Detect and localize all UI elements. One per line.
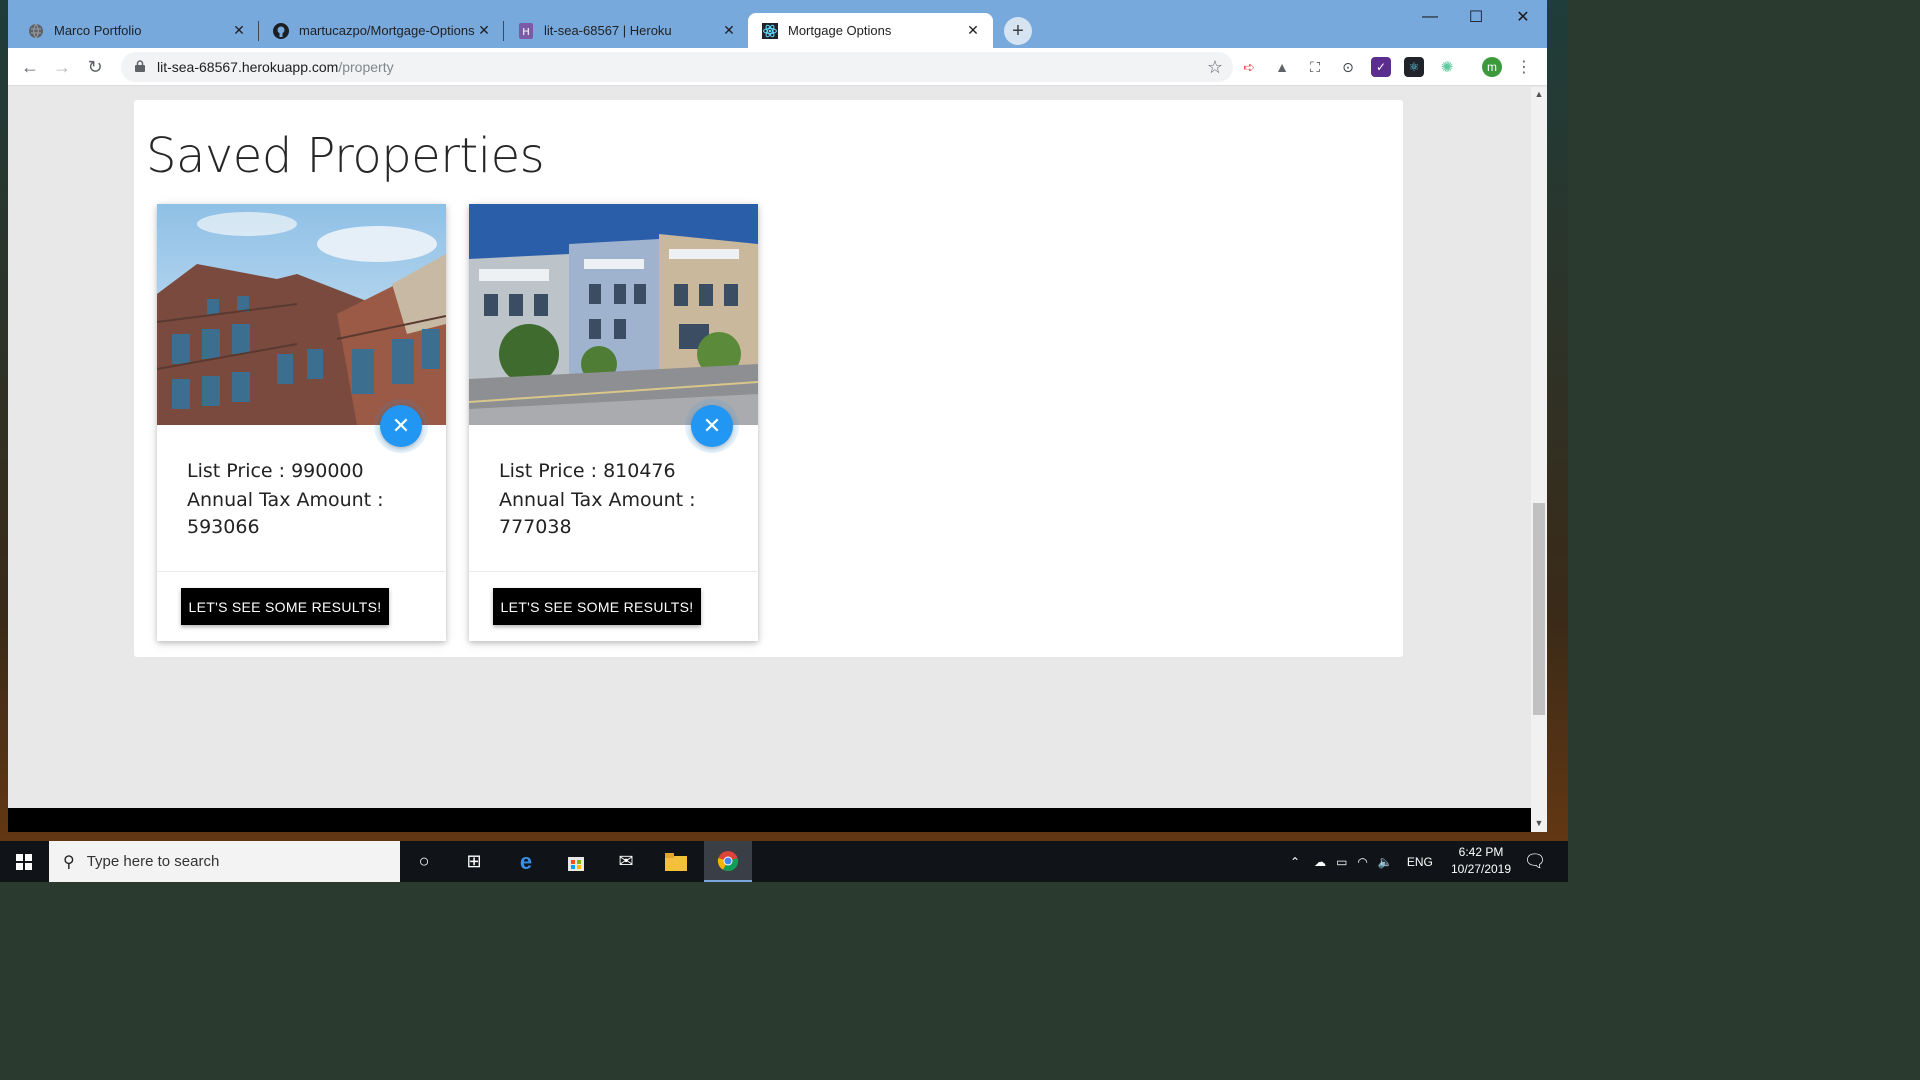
tab-marco-portfolio[interactable]: Marco Portfolio ✕ [14, 13, 259, 48]
tab-title: Mortgage Options [788, 23, 892, 38]
drive-icon[interactable]: ▲ [1272, 57, 1292, 77]
list-price: List Price : 810476 [499, 460, 676, 482]
remove-property-button[interactable]: ✕ [380, 405, 422, 447]
new-tab-button[interactable]: + [1004, 17, 1032, 45]
close-icon: ✕ [702, 413, 722, 438]
onedrive-icon[interactable]: ☁ [1314, 855, 1326, 869]
close-window-button[interactable]: ✕ [1500, 6, 1546, 28]
brownstone-building-photo [157, 204, 446, 425]
tab-title: Marco Portfolio [54, 23, 142, 38]
reload-icon[interactable]: ↻ [82, 54, 108, 80]
react-devtools-icon[interactable]: ⚛ [1404, 57, 1424, 77]
menu-kebab-icon[interactable]: ⋮ [1514, 57, 1534, 77]
tab-title: martucazpo/Mortgage-Options [299, 23, 475, 38]
clock-time: 6:42 PM [1458, 845, 1504, 859]
tab-heroku[interactable]: H lit-sea-68567 | Heroku ✕ [504, 13, 749, 48]
browser-window: Marco Portfolio ✕ martucazpo/Mortgage-Op… [8, 0, 1547, 832]
file-explorer-icon[interactable] [652, 841, 700, 882]
extension-check-icon[interactable]: ✓ [1371, 57, 1391, 77]
windows-taskbar: ⚲ Type here to search ○ ⊞ e ✉ ⌃ ☁ ▭ ◠ 🔈 … [0, 841, 1568, 882]
clock-date: 10/27/2019 [1450, 862, 1512, 876]
search-placeholder: Type here to search [86, 853, 220, 870]
taskbar-search-input[interactable]: ⚲ Type here to search [49, 841, 400, 882]
back-arrow-icon[interactable]: ← [17, 54, 43, 80]
card-divider [469, 571, 758, 572]
volume-icon[interactable]: 🔈 [1378, 855, 1393, 869]
bookmark-star-icon[interactable]: ☆ [1207, 57, 1223, 78]
property-details: List Price : 810476 Annual Tax Amount : … [499, 457, 739, 542]
wifi-icon[interactable]: ◠ [1357, 855, 1367, 869]
store-icon[interactable] [552, 841, 600, 882]
card-divider [157, 571, 446, 572]
close-icon: ✕ [391, 413, 411, 438]
language-indicator[interactable]: ENG [1407, 855, 1433, 869]
maximize-button[interactable]: ☐ [1453, 6, 1499, 28]
remove-property-button[interactable]: ✕ [691, 405, 733, 447]
tab-github[interactable]: martucazpo/Mortgage-Options ✕ [259, 13, 504, 48]
forward-arrow-icon[interactable]: → [49, 54, 75, 80]
notifications-icon[interactable]: 🗨 [1512, 841, 1558, 882]
task-view-icon[interactable]: ⊞ [450, 841, 498, 882]
extension-wheel-icon[interactable]: ✺ [1437, 57, 1457, 77]
system-tray: ⌃ ☁ ▭ ◠ 🔈 ENG [1290, 841, 1433, 882]
annual-tax-value: 593066 [187, 515, 260, 538]
close-tab-icon[interactable]: ✕ [721, 22, 737, 39]
minimize-button[interactable]: — [1407, 6, 1453, 28]
tab-strip: Marco Portfolio ✕ martucazpo/Mortgage-Op… [8, 0, 1547, 48]
page-title: Saved Properties [146, 128, 545, 184]
github-icon [273, 22, 289, 39]
close-tab-icon[interactable]: ✕ [476, 22, 492, 39]
tab-title: lit-sea-68567 | Heroku [544, 23, 672, 38]
close-tab-icon[interactable]: ✕ [965, 22, 981, 39]
windows-start-icon[interactable] [0, 841, 48, 882]
heroku-icon: H [518, 22, 534, 39]
see-results-button[interactable]: LET'S SEE SOME RESULTS! [493, 588, 701, 625]
react-icon [762, 22, 778, 39]
lock-icon [135, 59, 145, 75]
cortana-icon[interactable]: ○ [400, 841, 448, 882]
property-card: ✕ List Price : 810476 Annual Tax Amount … [469, 204, 758, 641]
chrome-taskbar-icon[interactable] [704, 841, 752, 882]
page-viewport: Saved Properties ✕ List Price: 990000 A… [8, 87, 1531, 808]
svg-text:H: H [522, 27, 530, 38]
url-host: lit-sea-68567.herokuapp.com [157, 59, 339, 75]
taskbar-clock[interactable]: 6:42 PM 10/27/2019 [1446, 844, 1516, 878]
profile-avatar[interactable]: m [1482, 57, 1502, 77]
extension-cast-icon[interactable]: ➪ [1239, 57, 1259, 77]
scroll-up-arrow-icon[interactable]: ▲ [1531, 89, 1547, 99]
saved-properties-panel: Saved Properties ✕ List Price: 990000 A… [134, 100, 1403, 657]
see-results-button[interactable]: LET'S SEE SOME RESULTS! [181, 588, 389, 625]
globe-icon [28, 23, 44, 39]
show-hidden-icons-chevron-icon[interactable]: ⌃ [1290, 855, 1300, 869]
browser-toolbar: ← → ↻ lit-sea-68567.herokuapp.com/proper… [8, 48, 1547, 86]
mail-icon[interactable]: ✉ [602, 841, 650, 882]
search-icon: ⚲ [63, 853, 75, 871]
url-path: /property [338, 59, 394, 75]
annual-tax-value: 777038 [499, 515, 572, 538]
list-price: List Price : 990000 [187, 460, 364, 482]
annual-tax-label: Annual Tax Amount : [499, 489, 696, 512]
annual-tax-label: Annual Tax Amount : [187, 489, 384, 512]
extension-circle-icon[interactable]: ⊙ [1338, 57, 1358, 77]
page-footer-bar [8, 808, 1531, 832]
vertical-scrollbar[interactable]: ▲ ▼ [1531, 87, 1547, 832]
scroll-down-arrow-icon[interactable]: ▼ [1531, 818, 1547, 828]
property-card: ✕ List Price : 990000 Annual Tax Amount … [157, 204, 446, 641]
property-details: List Price : 990000 Annual Tax Amount : … [187, 457, 427, 542]
scrollbar-thumb[interactable] [1533, 503, 1545, 715]
screenshot-icon[interactable]: ⛶ [1305, 57, 1325, 77]
battery-icon[interactable]: ▭ [1336, 855, 1347, 869]
address-bar[interactable]: lit-sea-68567.herokuapp.com/property ☆ [121, 52, 1233, 82]
victorian-houses-photo [469, 204, 758, 425]
tab-mortgage-options[interactable]: Mortgage Options ✕ [748, 13, 993, 48]
edge-icon[interactable]: e [502, 841, 550, 882]
close-tab-icon[interactable]: ✕ [231, 22, 247, 39]
